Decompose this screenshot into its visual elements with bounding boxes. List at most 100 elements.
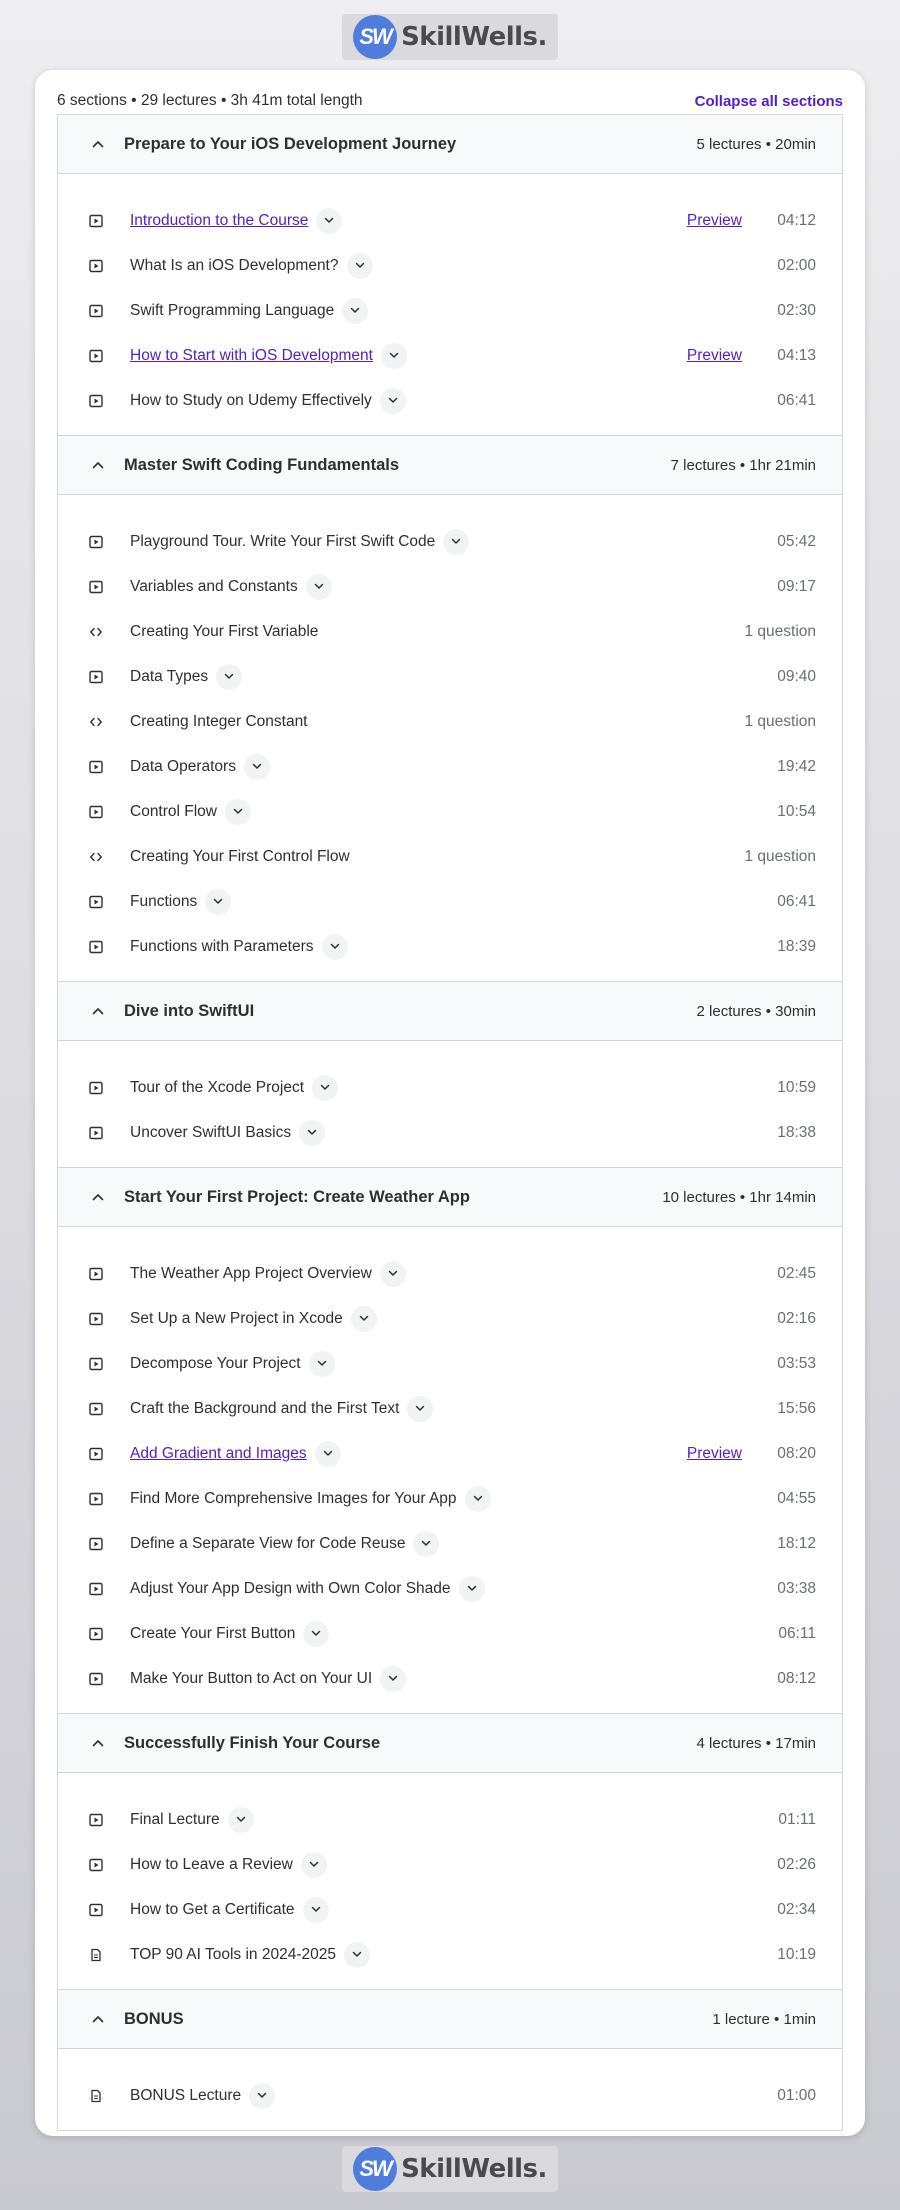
chevron-down-icon[interactable] — [299, 1119, 326, 1146]
chevron-down-icon[interactable] — [346, 252, 373, 279]
preview-link[interactable]: Preview — [687, 212, 742, 230]
lecture-title[interactable]: Add Gradient and Images — [130, 1445, 307, 1463]
chevron-up-icon[interactable] — [88, 455, 108, 475]
section-meta: 5 lectures • 20min — [696, 135, 816, 153]
lecture-title: What Is an iOS Development? — [130, 256, 339, 274]
chevron-down-icon[interactable] — [464, 1485, 491, 1512]
chevron-down-icon[interactable] — [458, 1575, 485, 1602]
chevron-down-icon[interactable] — [380, 1665, 407, 1692]
lecture-duration: 06:41 — [777, 892, 816, 910]
lecture-item[interactable]: Variables and Constants 09:17 — [88, 564, 816, 609]
lecture-item[interactable]: Tour of the Xcode Project 10:59 — [88, 1065, 816, 1110]
lecture-item[interactable]: Create Your First Button 06:11 — [88, 1611, 816, 1656]
lecture-item[interactable]: How to Start with iOS Development Preview… — [88, 333, 816, 378]
chevron-down-icon[interactable] — [300, 1851, 327, 1878]
chevron-down-icon[interactable] — [227, 1806, 254, 1833]
lecture-item[interactable]: Functions 06:41 — [88, 879, 816, 924]
chevron-down-icon[interactable] — [308, 1350, 335, 1377]
chevron-down-icon[interactable] — [350, 1305, 377, 1332]
lecture-item[interactable]: Add Gradient and Images Preview 08:20 — [88, 1431, 816, 1476]
chevron-down-icon[interactable] — [225, 798, 251, 825]
chevron-down-icon[interactable] — [407, 1395, 434, 1422]
lecture-item[interactable]: Swift Programming Language 02:30 — [88, 288, 816, 333]
lecture-title: How to Study on Udemy Effectively — [130, 391, 372, 409]
lecture-item[interactable]: Playground Tour. Write Your First Swift … — [88, 519, 816, 564]
lecture-duration: 01:00 — [777, 2086, 816, 2104]
lecture-item[interactable]: The Weather App Project Overview 02:45 — [88, 1251, 816, 1296]
section-header[interactable]: Start Your First Project: Create Weather… — [58, 1168, 842, 1227]
chevron-up-icon[interactable] — [88, 134, 108, 154]
chevron-up-icon[interactable] — [88, 1187, 108, 1207]
video-icon — [88, 1311, 104, 1327]
course-section: BONUS 1 lecture • 1min BONUS Lecture 01:00 — [58, 1990, 842, 2130]
video-icon — [88, 1581, 104, 1597]
lecture-item[interactable]: Adjust Your App Design with Own Color Sh… — [88, 1566, 816, 1611]
section-header[interactable]: Successfully Finish Your Course 4 lecture… — [58, 1714, 842, 1773]
chevron-down-icon[interactable] — [342, 297, 369, 324]
lecture-title[interactable]: Introduction to the Course — [130, 212, 308, 230]
lecture-duration: 02:30 — [777, 301, 816, 319]
lecture-item[interactable]: BONUS Lecture 01:00 — [88, 2073, 816, 2118]
chevron-down-icon[interactable] — [380, 342, 407, 369]
lecture-title[interactable]: How to Start with iOS Development — [130, 347, 373, 365]
chevron-down-icon[interactable] — [413, 1530, 440, 1557]
chevron-up-icon[interactable] — [88, 2009, 108, 2029]
lecture-duration: 18:12 — [777, 1534, 816, 1552]
lecture-item[interactable]: Data Operators 19:42 — [88, 744, 816, 789]
chevron-down-icon[interactable] — [314, 1440, 341, 1467]
lecture-item[interactable]: Creating Your First Variable 1 question — [88, 609, 816, 654]
lecture-title: Variables and Constants — [130, 577, 298, 595]
lecture-item[interactable]: Data Types 09:40 — [88, 654, 816, 699]
chevron-down-icon[interactable] — [303, 1620, 330, 1647]
lecture-item[interactable]: Decompose Your Project 03:53 — [88, 1341, 816, 1386]
chevron-down-icon[interactable] — [205, 888, 232, 915]
lecture-item[interactable]: Find More Comprehensive Images for Your … — [88, 1476, 816, 1521]
lecture-item[interactable]: Control Flow 10:54 — [88, 789, 816, 834]
chevron-down-icon[interactable] — [249, 2082, 276, 2109]
chevron-down-icon[interactable] — [305, 573, 332, 600]
lecture-duration: 04:13 — [777, 346, 816, 364]
chevron-down-icon[interactable] — [216, 663, 243, 690]
lecture-item[interactable]: Define a Separate View for Code Reuse 18:… — [88, 1521, 816, 1566]
preview-link[interactable]: Preview — [687, 1445, 742, 1463]
lecture-duration: 18:39 — [777, 937, 816, 955]
chevron-down-icon[interactable] — [379, 387, 406, 414]
chevron-down-icon[interactable] — [321, 933, 348, 960]
lecture-item[interactable]: Uncover SwiftUI Basics 18:38 — [88, 1110, 816, 1155]
section-header[interactable]: BONUS 1 lecture • 1min — [58, 1990, 842, 2049]
chevron-down-icon[interactable] — [316, 207, 343, 234]
lecture-item[interactable]: Make Your Button to Act on Your UI 08:12 — [88, 1656, 816, 1701]
chevron-up-icon[interactable] — [88, 1733, 108, 1753]
preview-link[interactable]: Preview — [687, 347, 742, 365]
chevron-down-icon[interactable] — [302, 1896, 329, 1923]
lecture-duration: 05:42 — [777, 532, 816, 550]
chevron-down-icon[interactable] — [343, 1941, 370, 1968]
lecture-item[interactable]: Final Lecture 01:11 — [88, 1797, 816, 1842]
video-icon — [88, 1812, 104, 1828]
section-header[interactable]: Prepare to Your iOS Development Journey 5… — [58, 115, 842, 174]
lecture-item[interactable]: How to Study on Udemy Effectively 06:41 — [88, 378, 816, 423]
lecture-item[interactable]: Creating Integer Constant 1 question — [88, 699, 816, 744]
chevron-down-icon[interactable] — [312, 1074, 339, 1101]
section-header[interactable]: Master Swift Coding Fundamentals 7 lectur… — [58, 436, 842, 495]
lecture-duration: 04:55 — [777, 1489, 816, 1507]
lecture-item[interactable]: Functions with Parameters 18:39 — [88, 924, 816, 969]
chevron-down-icon[interactable] — [243, 753, 270, 780]
lecture-duration: 02:16 — [777, 1309, 816, 1327]
lecture-item[interactable]: Creating Your First Control Flow 1 questi… — [88, 834, 816, 879]
course-section: Start Your First Project: Create Weather… — [58, 1168, 842, 1714]
section-header[interactable]: Dive into SwiftUI 2 lectures • 30min — [58, 982, 842, 1041]
lecture-item[interactable]: What Is an iOS Development? 02:00 — [88, 243, 816, 288]
chevron-down-icon[interactable] — [379, 1260, 406, 1287]
lecture-item[interactable]: How to Leave a Review 02:26 — [88, 1842, 816, 1887]
lecture-item[interactable]: How to Get a Certificate 02:34 — [88, 1887, 816, 1932]
chevron-up-icon[interactable] — [88, 1001, 108, 1021]
lecture-list: Introduction to the Course Preview 04:12 Wh… — [58, 174, 842, 435]
lecture-item[interactable]: TOP 90 AI Tools in 2024-2025 10:19 — [88, 1932, 816, 1977]
lecture-item[interactable]: Set Up a New Project in Xcode 02:16 — [88, 1296, 816, 1341]
chevron-down-icon[interactable] — [443, 528, 470, 555]
collapse-all-button[interactable]: Collapse all sections — [695, 93, 843, 110]
lecture-item[interactable]: Craft the Background and the First Text 1… — [88, 1386, 816, 1431]
lecture-item[interactable]: Introduction to the Course Preview 04:12 — [88, 198, 816, 243]
video-icon — [88, 303, 104, 319]
